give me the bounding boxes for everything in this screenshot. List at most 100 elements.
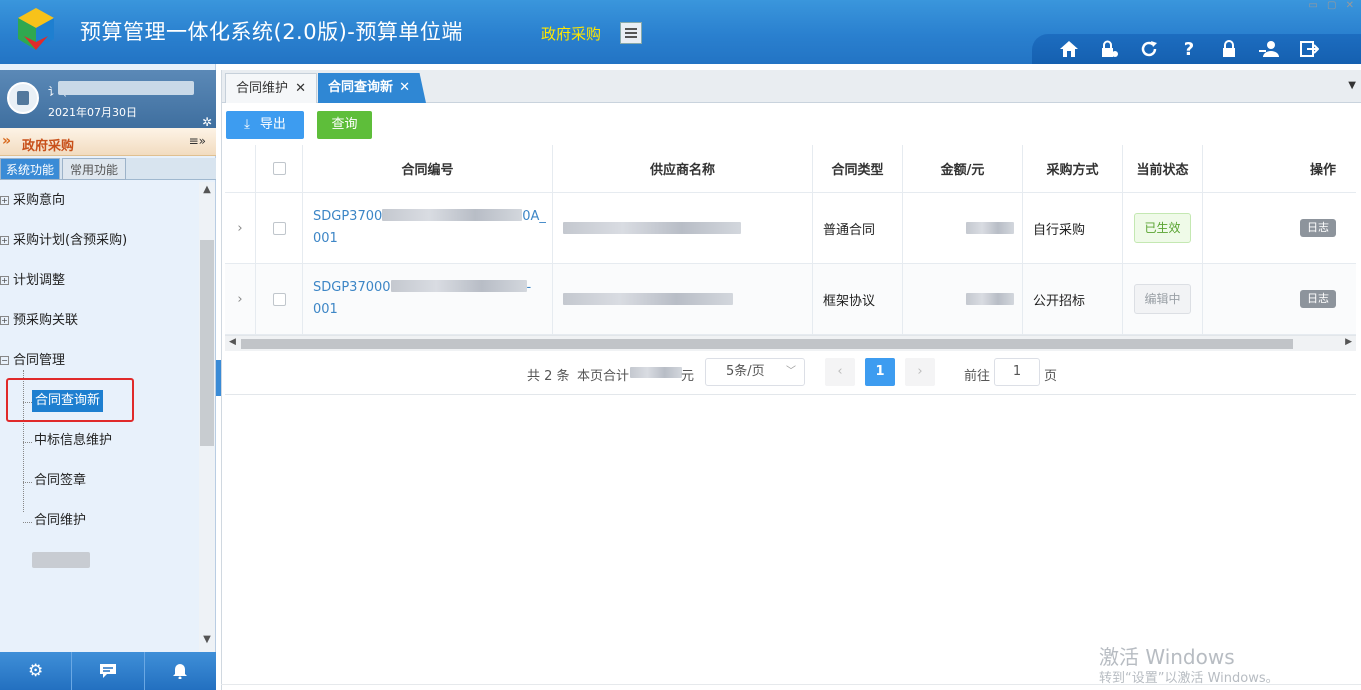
avatar[interactable] bbox=[7, 82, 39, 114]
window-controls[interactable]: ▭ ▢ ✕ bbox=[1308, 0, 1357, 11]
redacted-amount bbox=[966, 222, 1014, 234]
scroll-up-icon[interactable]: ▲ bbox=[199, 184, 215, 200]
expand-icon[interactable]: + bbox=[0, 236, 9, 245]
contract-no-prefix: SDGP37000 bbox=[313, 280, 391, 295]
nav-item-plan-adjustment[interactable]: + 计划调整 bbox=[0, 271, 65, 291]
header-contract-type[interactable]: 合同类型 bbox=[813, 145, 903, 192]
export-button[interactable]: ⤓ 导出 bbox=[226, 111, 304, 139]
close-icon[interactable]: ✕ bbox=[295, 74, 306, 104]
help-icon[interactable]: ? bbox=[1176, 37, 1202, 61]
page-size-select[interactable]: 5条/页 ﹀ bbox=[705, 358, 805, 386]
nav-item-label: 采购意向 bbox=[13, 193, 66, 208]
row-checkbox[interactable] bbox=[272, 221, 286, 235]
tab-contract-maintain[interactable]: 合同维护 ✕ bbox=[225, 73, 317, 103]
close-icon[interactable]: ✕ bbox=[399, 73, 410, 103]
header-amount[interactable]: 金额/元 bbox=[903, 145, 1023, 192]
row-checkbox-cell bbox=[256, 193, 303, 263]
prev-page-button[interactable]: ‹ bbox=[825, 358, 855, 386]
amount-cell bbox=[903, 264, 1023, 334]
page-number-current[interactable]: 1 bbox=[865, 358, 895, 386]
purchase-method-cell: 公开招标 bbox=[1023, 264, 1123, 334]
nav-item-contract-management[interactable]: − 合同管理 bbox=[0, 351, 65, 371]
redacted-contract-no bbox=[382, 209, 523, 221]
left-sidebar: 讠 (300 2021年07月30日 ✲ » 政府采购 ≡» 系统功能 常用功能… bbox=[0, 64, 216, 690]
log-button[interactable]: 日志 bbox=[1300, 219, 1336, 237]
table-row[interactable]: › SDGP3700 0A_ 001 普通合同 自行采购 已生效 日志 bbox=[225, 193, 1356, 264]
nav-item-pre-purchase-link[interactable]: + 预采购关联 bbox=[0, 311, 78, 331]
contract-no-cell[interactable]: SDGP3700 0A_ 001 bbox=[303, 193, 553, 263]
header-status[interactable]: 当前状态 bbox=[1123, 145, 1203, 192]
refresh-icon[interactable] bbox=[1136, 37, 1162, 61]
nav-item-purchase-plan[interactable]: + 采购计划(含预采购) bbox=[0, 231, 127, 251]
tab-dropdown-icon[interactable]: ▼ bbox=[1348, 80, 1356, 91]
total-count: 共 2 条 bbox=[527, 369, 570, 384]
main-panel: 合同维护 ✕ 合同查询新 ✕ ▼ ⤓ 导出 查询 合同编号 供应商名称 合同类型 … bbox=[221, 70, 1361, 690]
nav-item-label: 预采购关联 bbox=[13, 313, 79, 328]
page-sum-label: 本页合计 bbox=[577, 369, 630, 384]
table-row[interactable]: › SDGP37000 - 001 框架协议 公开招标 编辑中 日志 bbox=[225, 264, 1356, 335]
tab-system-functions[interactable]: 系统功能 bbox=[0, 158, 60, 180]
home-icon[interactable] bbox=[1056, 37, 1082, 61]
log-button[interactable]: 日志 bbox=[1300, 290, 1336, 308]
nav-item-purchase-intent[interactable]: + 采购意向 bbox=[0, 191, 65, 211]
lock-icon[interactable] bbox=[1216, 37, 1242, 61]
gear-icon[interactable]: ⚙ bbox=[0, 652, 73, 690]
nav-item-label: 合同管理 bbox=[13, 353, 66, 368]
redacted-user-name bbox=[58, 81, 194, 95]
nav-subitem-contract-sign[interactable]: 合同签章 bbox=[34, 471, 86, 491]
tab-common-functions[interactable]: 常用功能 bbox=[62, 158, 126, 180]
select-all-checkbox[interactable] bbox=[272, 162, 286, 175]
contract-no-cell[interactable]: SDGP37000 - 001 bbox=[303, 264, 553, 334]
scroll-thumb[interactable] bbox=[241, 339, 1293, 349]
user-switch-icon[interactable] bbox=[1256, 37, 1282, 61]
export-label: 导出 bbox=[259, 117, 286, 132]
expand-icon[interactable]: + bbox=[0, 276, 9, 285]
scroll-thumb[interactable] bbox=[200, 240, 214, 446]
contract-no-prefix: SDGP3700 bbox=[313, 209, 383, 224]
activation-watermark-title: 激活 Windows bbox=[1099, 645, 1235, 669]
scroll-down-icon[interactable]: ▼ bbox=[199, 634, 215, 650]
redacted-supplier bbox=[563, 222, 741, 234]
expand-row-icon[interactable]: › bbox=[225, 264, 256, 334]
expand-icon[interactable]: + bbox=[0, 196, 9, 205]
chat-icon[interactable] bbox=[72, 652, 145, 690]
current-module-label[interactable]: 政府采购 bbox=[541, 23, 601, 44]
row-checkbox[interactable] bbox=[272, 292, 286, 306]
expand-row-icon[interactable]: › bbox=[225, 193, 256, 263]
contract-no-link[interactable]: SDGP37000 - 001 bbox=[313, 277, 531, 321]
sidebar-scrollbar[interactable]: ▲ ▼ bbox=[199, 182, 215, 652]
header-toolbar: ? bbox=[1032, 34, 1361, 64]
header-contract-no[interactable]: 合同编号 bbox=[303, 145, 553, 192]
query-button[interactable]: 查询 bbox=[317, 111, 372, 139]
module-menu-icon[interactable]: ≡» bbox=[189, 134, 206, 148]
scroll-left-icon[interactable]: ◀ bbox=[229, 337, 236, 347]
goto-label: 前往 bbox=[964, 369, 991, 384]
contract-no-link[interactable]: SDGP3700 0A_ 001 bbox=[313, 206, 546, 250]
nav-subitem-bid-info[interactable]: 中标信息维护 bbox=[34, 431, 112, 451]
expand-icon[interactable]: + bbox=[0, 316, 9, 325]
goto-page-input[interactable]: 1 bbox=[994, 358, 1040, 386]
actions-cell: 日志 bbox=[1203, 264, 1356, 334]
supplier-cell bbox=[553, 264, 813, 334]
tree-connector bbox=[23, 522, 32, 523]
tab-label: 合同维护 bbox=[236, 81, 289, 96]
exit-icon[interactable] bbox=[1296, 37, 1322, 61]
next-page-button[interactable]: › bbox=[905, 358, 935, 386]
collapse-icon[interactable]: − bbox=[0, 356, 9, 365]
header-supplier[interactable]: 供应商名称 bbox=[553, 145, 813, 192]
nav-subitem-contract-maintain[interactable]: 合同维护 bbox=[34, 511, 86, 531]
user-settings-icon[interactable]: ✲ bbox=[202, 115, 212, 129]
bell-icon[interactable] bbox=[145, 652, 216, 690]
nav-item-label: 计划调整 bbox=[13, 273, 66, 288]
header-purchase-method[interactable]: 采购方式 bbox=[1023, 145, 1123, 192]
activation-watermark-subtitle: 转到“设置”以激活 Windows。 bbox=[1099, 671, 1279, 686]
tab-contract-query[interactable]: 合同查询新 ✕ bbox=[318, 73, 426, 103]
menu-toggle-icon[interactable] bbox=[620, 22, 642, 44]
scroll-right-icon[interactable]: ▶ bbox=[1345, 337, 1352, 347]
lock-settings-icon[interactable] bbox=[1096, 37, 1122, 61]
module-header[interactable]: » 政府采购 ≡» bbox=[0, 128, 216, 156]
status-cell: 已生效 bbox=[1123, 193, 1203, 263]
redacted-page-sum bbox=[630, 367, 682, 378]
table-horizontal-scrollbar[interactable]: ◀ ▶ bbox=[225, 335, 1356, 351]
tree-connector bbox=[23, 442, 32, 443]
